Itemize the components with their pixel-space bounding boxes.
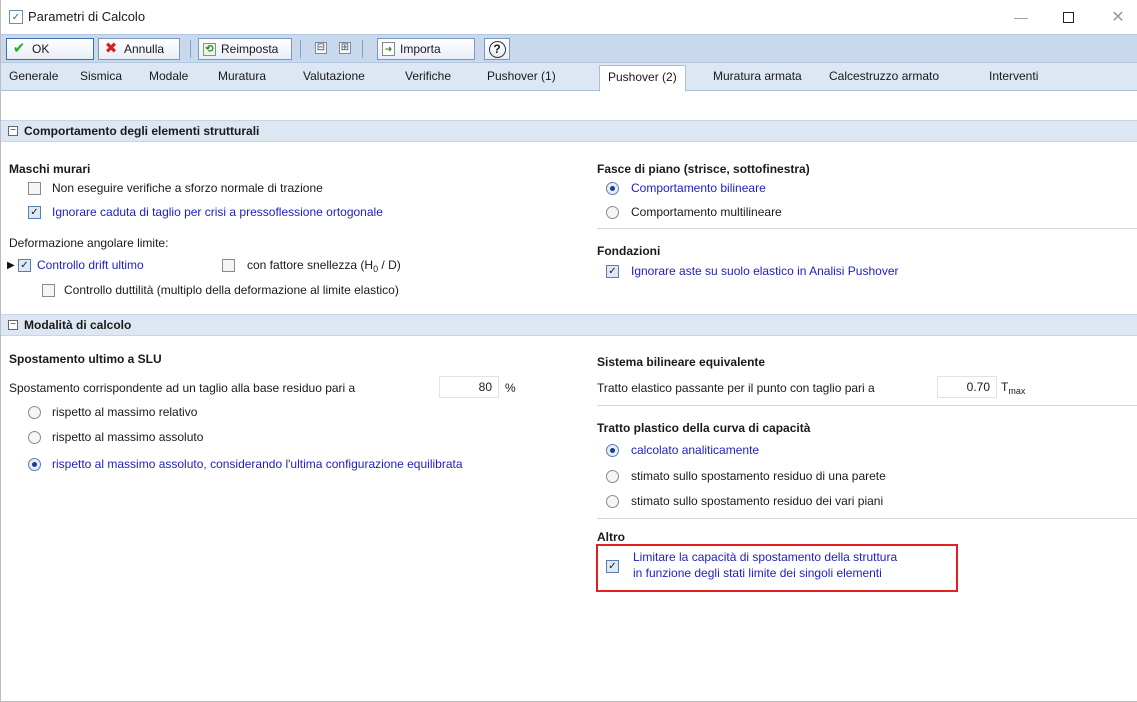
cross-icon: ✖	[104, 40, 118, 57]
radio-massimo-relativo[interactable]	[28, 406, 41, 419]
checkbox-limitare-capacita[interactable]: ✓	[606, 560, 619, 573]
tab-sismica[interactable]: Sismica	[80, 69, 122, 83]
radio-massimo-assoluto[interactable]	[28, 431, 41, 444]
checkbox-drift-ultimo[interactable]: ✓	[18, 259, 31, 272]
toolbar: ✔ OK ✖ Annulla ⟲ Reimposta ⊟ ⊞ ➜ Importa…	[1, 34, 1137, 63]
radio-bilineare[interactable]	[606, 182, 619, 195]
import-icon: ➜	[382, 42, 395, 56]
snellezza-post: / D)	[378, 258, 401, 272]
tab-strip: Generale Sismica Modale Muratura Valutaz…	[1, 63, 1137, 92]
tab-pushover-1[interactable]: Pushover (1)	[487, 69, 556, 83]
checkbox-fattore-snellezza[interactable]	[222, 259, 235, 272]
bilineare-label: Tratto elastico passante per il punto co…	[597, 381, 875, 395]
collapse-icon[interactable]: −	[8, 320, 18, 330]
app-icon: ✓	[9, 10, 23, 24]
radio-multilineare[interactable]	[606, 206, 619, 219]
window-title: Parametri di Calcolo	[28, 9, 146, 24]
parametri-dialog: ✓ Parametri di Calcolo — ✕ ✔ OK ✖ Annull…	[0, 0, 1137, 702]
checkmark-icon: ✔	[12, 40, 26, 57]
bilineare-title: Sistema bilineare equivalente	[597, 355, 766, 369]
reimposta-button[interactable]: ⟲ Reimposta	[198, 38, 292, 60]
divider	[597, 518, 1137, 519]
spostamento-input[interactable]: 80	[439, 376, 499, 398]
label-massimo-relativo: rispetto al massimo relativo	[52, 405, 198, 419]
label-non-eseguire: Non eseguire verifiche a sforzo normale …	[52, 181, 323, 195]
tmax-sub: max	[1008, 386, 1026, 396]
toolbar-separator	[300, 40, 301, 58]
label-fattore-snellezza: con fattore snellezza (H0 / D)	[247, 258, 401, 274]
ok-button[interactable]: ✔ OK	[6, 38, 94, 60]
taglio-input[interactable]: 0.70	[937, 376, 997, 398]
radio-parete[interactable]	[606, 470, 619, 483]
maximize-icon	[1062, 11, 1074, 23]
section-header-modalita[interactable]: − Modalità di calcolo	[1, 314, 1137, 336]
divider	[597, 228, 1137, 229]
label-vari-piani: stimato sullo spostamento residuo dei va…	[631, 494, 884, 508]
divider	[597, 405, 1137, 406]
radio-vari-piani[interactable]	[606, 495, 619, 508]
tab-valutazione[interactable]: Valutazione	[303, 69, 365, 83]
close-button[interactable]: ✕	[1098, 4, 1137, 30]
label-drift-ultimo: Controllo drift ultimo	[37, 258, 144, 272]
section-header-comportamento[interactable]: − Comportamento degli elementi struttura…	[1, 120, 1137, 142]
checkbox-duttilita[interactable]	[42, 284, 55, 297]
checkbox-ignorare-caduta[interactable]: ✓	[28, 206, 41, 219]
section-title: Comportamento degli elementi strutturali	[24, 124, 260, 138]
tab-generale[interactable]: Generale	[9, 69, 58, 83]
label-limitare-line2: in funzione degli stati limite dei singo…	[633, 566, 882, 580]
altro-title: Altro	[597, 530, 625, 544]
deformazione-label: Deformazione angolare limite:	[9, 236, 169, 250]
title-bar: ✓ Parametri di Calcolo — ✕	[1, 0, 1137, 34]
importa-button[interactable]: ➜ Importa	[377, 38, 475, 60]
section-title: Modalità di calcolo	[24, 318, 132, 332]
fasce-title: Fasce di piano (strisce, sottofinestra)	[597, 162, 810, 176]
percent-unit: %	[505, 381, 516, 395]
collapse-icon[interactable]: −	[8, 126, 18, 136]
tab-pushover-2[interactable]: Pushover (2)	[599, 65, 686, 92]
help-button[interactable]: ?	[484, 38, 510, 60]
plastico-title: Tratto plastico della curva di capacità	[597, 421, 811, 435]
checkbox-ignorare-aste[interactable]: ✓	[606, 265, 619, 278]
tab-interventi[interactable]: Interventi	[989, 69, 1038, 83]
radio-calcolato[interactable]	[606, 444, 619, 457]
annulla-label: Annulla	[124, 42, 165, 56]
ok-label: OK	[32, 42, 50, 56]
collapse-all-icon[interactable]: ⊟	[315, 42, 327, 54]
refresh-icon: ⟲	[203, 42, 216, 56]
spostamento-title: Spostamento ultimo a SLU	[9, 352, 162, 366]
tab-muratura[interactable]: Muratura	[218, 69, 266, 83]
label-ultima-configurazione: rispetto al massimo assoluto, consideran…	[52, 457, 463, 471]
spostamento-label: Spostamento corrispondente ad un taglio …	[9, 381, 356, 395]
label-limitare-line1: Limitare la capacità di spostamento dell…	[633, 550, 898, 564]
radio-ultima-configurazione[interactable]	[28, 458, 41, 471]
tab-verifiche[interactable]: Verifiche	[405, 69, 451, 83]
label-duttilita: Controllo duttilità (multiplo della defo…	[64, 283, 399, 297]
maschi-murari-title: Maschi murari	[9, 162, 91, 176]
label-ignorare-caduta: Ignorare caduta di taglio per crisi a pr…	[52, 205, 383, 219]
help-icon: ?	[488, 40, 506, 58]
checkbox-non-eseguire[interactable]	[28, 182, 41, 195]
label-calcolato: calcolato analiticamente	[631, 443, 760, 457]
label-bilineare: Comportamento bilineare	[631, 181, 766, 195]
label-multilineare: Comportamento multilineare	[631, 205, 782, 219]
tab-muratura-armata[interactable]: Muratura armata	[713, 69, 802, 83]
tab-calcestruzzo-armato[interactable]: Calcestruzzo armato	[829, 69, 939, 83]
label-parete: stimato sullo spostamento residuo di una…	[631, 469, 886, 483]
tmax-unit: Tmax	[1001, 380, 1025, 396]
expand-all-icon[interactable]: ⊞	[339, 42, 351, 54]
toolbar-separator	[362, 40, 363, 58]
minimize-button[interactable]: —	[1001, 4, 1041, 30]
fondazioni-title: Fondazioni	[597, 244, 661, 258]
row-pointer-icon: ▶	[7, 260, 15, 271]
tab-modale[interactable]: Modale	[149, 69, 188, 83]
toolbar-separator	[190, 40, 191, 58]
importa-label: Importa	[400, 42, 441, 56]
annulla-button[interactable]: ✖ Annulla	[98, 38, 180, 60]
label-ignorare-aste: Ignorare aste su suolo elastico in Anali…	[631, 264, 899, 278]
snellezza-text: con fattore snellezza (H	[247, 258, 374, 272]
reimposta-label: Reimposta	[221, 42, 279, 56]
maximize-button[interactable]	[1048, 4, 1088, 30]
label-massimo-assoluto: rispetto al massimo assoluto	[52, 430, 204, 444]
